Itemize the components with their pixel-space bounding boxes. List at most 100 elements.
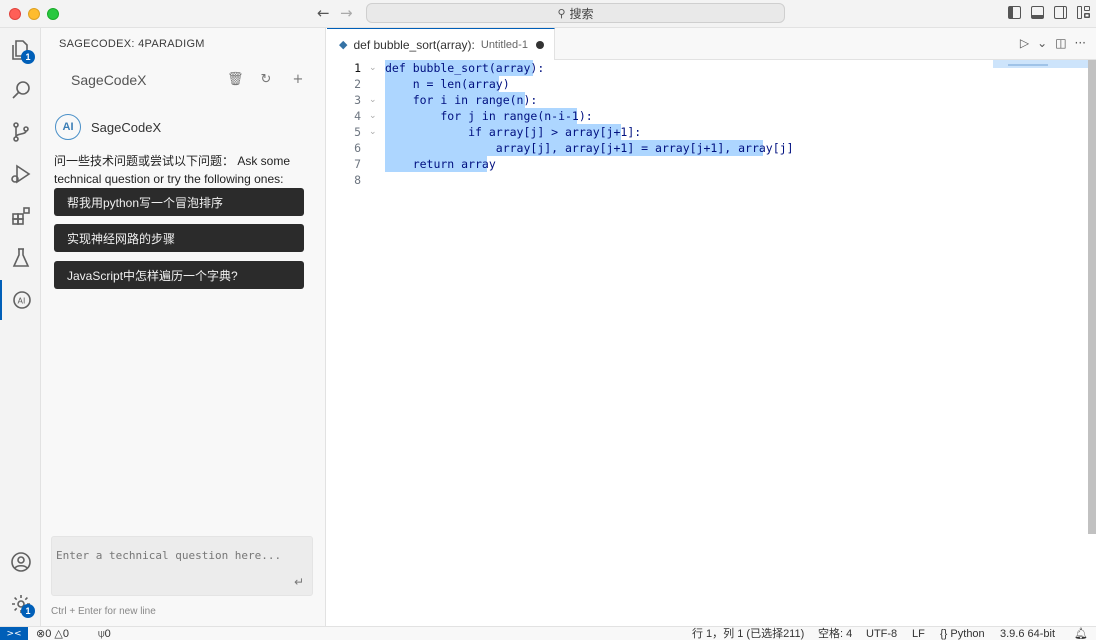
testing-button[interactable] — [0, 238, 41, 278]
code-text: if array[j] > array[j+1]: — [385, 125, 642, 139]
remote-indicator[interactable]: >< — [0, 627, 28, 640]
question-input[interactable]: Enter a technical question here... ↵ — [51, 536, 313, 596]
chevron-down-icon[interactable]: ⌄ — [1037, 36, 1047, 50]
python-interpreter[interactable]: 3.9.6 64-bit — [1000, 627, 1055, 640]
line-number: 3 — [354, 93, 361, 107]
toggle-panel-icon[interactable] — [1031, 6, 1044, 19]
fold-chevron-icon[interactable]: ⌄ — [369, 60, 377, 76]
code-line[interactable]: 8 — [327, 172, 1087, 188]
python-file-icon: ◆ — [339, 38, 348, 51]
settings-badge: 1 — [21, 604, 35, 618]
line-number: 1 — [354, 61, 361, 75]
editor-actions: ▷ ⌄ ◫ ··· — [1020, 36, 1086, 50]
search-icon — [11, 81, 30, 99]
plus-icon[interactable]: + — [291, 72, 305, 87]
back-arrow-icon[interactable]: ← — [317, 4, 330, 22]
fold-chevron-icon[interactable]: ⌄ — [369, 92, 377, 108]
encoding[interactable]: UTF-8 — [866, 627, 897, 640]
antenna-icon: ⍦ — [98, 628, 105, 640]
sidebar-title: SAGECODEX: 4PARADIGM — [59, 38, 205, 50]
cursor-position[interactable]: 行 1，列 1 (已选择211) — [692, 627, 804, 640]
ai-logo-icon: AI — [55, 114, 81, 140]
extensions-icon — [11, 207, 30, 225]
line-number: 2 — [354, 77, 361, 91]
line-number: 4 — [354, 109, 361, 123]
code-line[interactable]: 4 ⌄ for j in range(n-i-1): — [327, 108, 1087, 124]
toggle-primary-sidebar-icon[interactable] — [1008, 6, 1021, 19]
tab-untitled-1[interactable]: ◆ def bubble_sort(array): Untitled-1 — [327, 28, 555, 60]
intro-text: 问一些技术问题或尝试以下问题： Ask some technical quest… — [54, 154, 291, 186]
run-icon[interactable]: ▷ — [1020, 36, 1029, 50]
panel-actions: 🗑︎ ↻ + — [227, 72, 305, 87]
explorer-button[interactable]: 1 — [0, 30, 41, 70]
search-view-button[interactable] — [0, 70, 41, 110]
customize-layout-icon[interactable] — [1077, 6, 1090, 19]
language-mode[interactable]: {} Python — [940, 627, 985, 640]
suggestion-button[interactable]: 实现神经网路的步骤 — [54, 224, 304, 252]
end-of-line[interactable]: LF — [912, 627, 925, 640]
command-center-search[interactable]: ⚲ 搜索 — [366, 3, 785, 23]
enter-icon[interactable]: ↵ — [294, 575, 304, 589]
code-line[interactable]: 1 ⌄ def bubble_sort(array): — [327, 60, 1087, 76]
warning-icon: △ — [54, 628, 63, 640]
trash-icon[interactable]: 🗑︎ — [227, 72, 244, 87]
flask-icon — [12, 248, 29, 267]
extensions-button[interactable] — [0, 196, 41, 236]
tab-bar: ◆ def bubble_sort(array): Untitled-1 ▷ ⌄… — [327, 28, 1096, 60]
ai-icon: AI — [12, 291, 31, 309]
code-text: array[j], array[j+1] = array[j+1], array… — [385, 141, 794, 155]
run-debug-button[interactable] — [0, 154, 41, 194]
toggle-secondary-sidebar-icon[interactable] — [1054, 6, 1067, 19]
source-control-button[interactable] — [0, 112, 41, 152]
line-number: 8 — [354, 173, 361, 187]
close-window-button[interactable] — [9, 8, 21, 20]
line-number: 7 — [354, 157, 361, 171]
code-text: for i in range(n): — [385, 93, 538, 107]
search-icon: ⚲ — [557, 6, 566, 20]
forward-arrow-icon[interactable]: → — [340, 4, 353, 22]
split-editor-icon[interactable]: ◫ — [1055, 36, 1066, 50]
more-actions-icon[interactable]: ··· — [1075, 36, 1086, 50]
sagecodex-button[interactable]: AI — [0, 280, 41, 320]
title-bar: ← → ⚲ 搜索 — [0, 0, 1096, 28]
explorer-badge: 1 — [21, 50, 35, 64]
vertical-scrollbar[interactable] — [1088, 60, 1096, 534]
account-icon — [10, 552, 31, 572]
line-number: 6 — [354, 141, 361, 155]
bot-header: AI SageCodeX — [55, 114, 161, 140]
error-count: 0 — [45, 628, 52, 640]
code-text: n = len(array) — [385, 77, 510, 91]
history-icon[interactable]: ↻ — [259, 72, 273, 87]
code-line[interactable]: 3 ⌄ for i in range(n): — [327, 92, 1087, 108]
run-debug-icon — [10, 164, 30, 184]
problems-indicator[interactable]: ⊗0 △0 — [36, 627, 69, 640]
activity-bar: 1 AI 1 — [0, 28, 41, 626]
suggestion-button[interactable]: 帮我用python写一个冒泡排序 — [54, 188, 304, 216]
maximize-window-button[interactable] — [47, 8, 59, 20]
suggestion-button[interactable]: JavaScript中怎样遍历一个字典? — [54, 261, 304, 289]
search-label: 搜索 — [569, 6, 594, 21]
unsaved-dot-icon[interactable] — [536, 41, 544, 49]
code-text: def bubble_sort(array): — [385, 61, 545, 75]
question-placeholder: Enter a technical question here... — [56, 549, 282, 562]
code-line[interactable]: 5 ⌄ if array[j] > array[j+1]: — [327, 124, 1087, 140]
code-line[interactable]: 6 array[j], array[j+1] = array[j+1], arr… — [327, 140, 1087, 156]
fold-chevron-icon[interactable]: ⌄ — [369, 124, 377, 140]
minimap-slider[interactable] — [1008, 64, 1048, 66]
sagecodex-sidebar: SAGECODEX: 4PARADIGM SageCodeX 🗑︎ ↻ + AI… — [41, 28, 326, 626]
minimize-window-button[interactable] — [28, 8, 40, 20]
error-icon: ⊗ — [36, 628, 46, 640]
language-label: Python — [950, 628, 985, 640]
accounts-button[interactable] — [0, 542, 41, 582]
ports-count: 0 — [104, 628, 111, 640]
code-line[interactable]: 2 n = len(array) — [327, 76, 1087, 92]
manage-button[interactable]: 1 — [0, 584, 41, 624]
bell-icon[interactable]: 🔔︎ — [1074, 627, 1088, 640]
layout-controls — [1008, 6, 1090, 19]
indentation[interactable]: 空格: 4 — [818, 627, 852, 640]
code-line[interactable]: 7 return array — [327, 156, 1087, 172]
ports-indicator[interactable]: ⍦0 — [98, 627, 111, 640]
code-text: return array — [385, 157, 496, 171]
fold-chevron-icon[interactable]: ⌄ — [369, 108, 377, 124]
tab-title: def bubble_sort(array): — [353, 37, 475, 52]
